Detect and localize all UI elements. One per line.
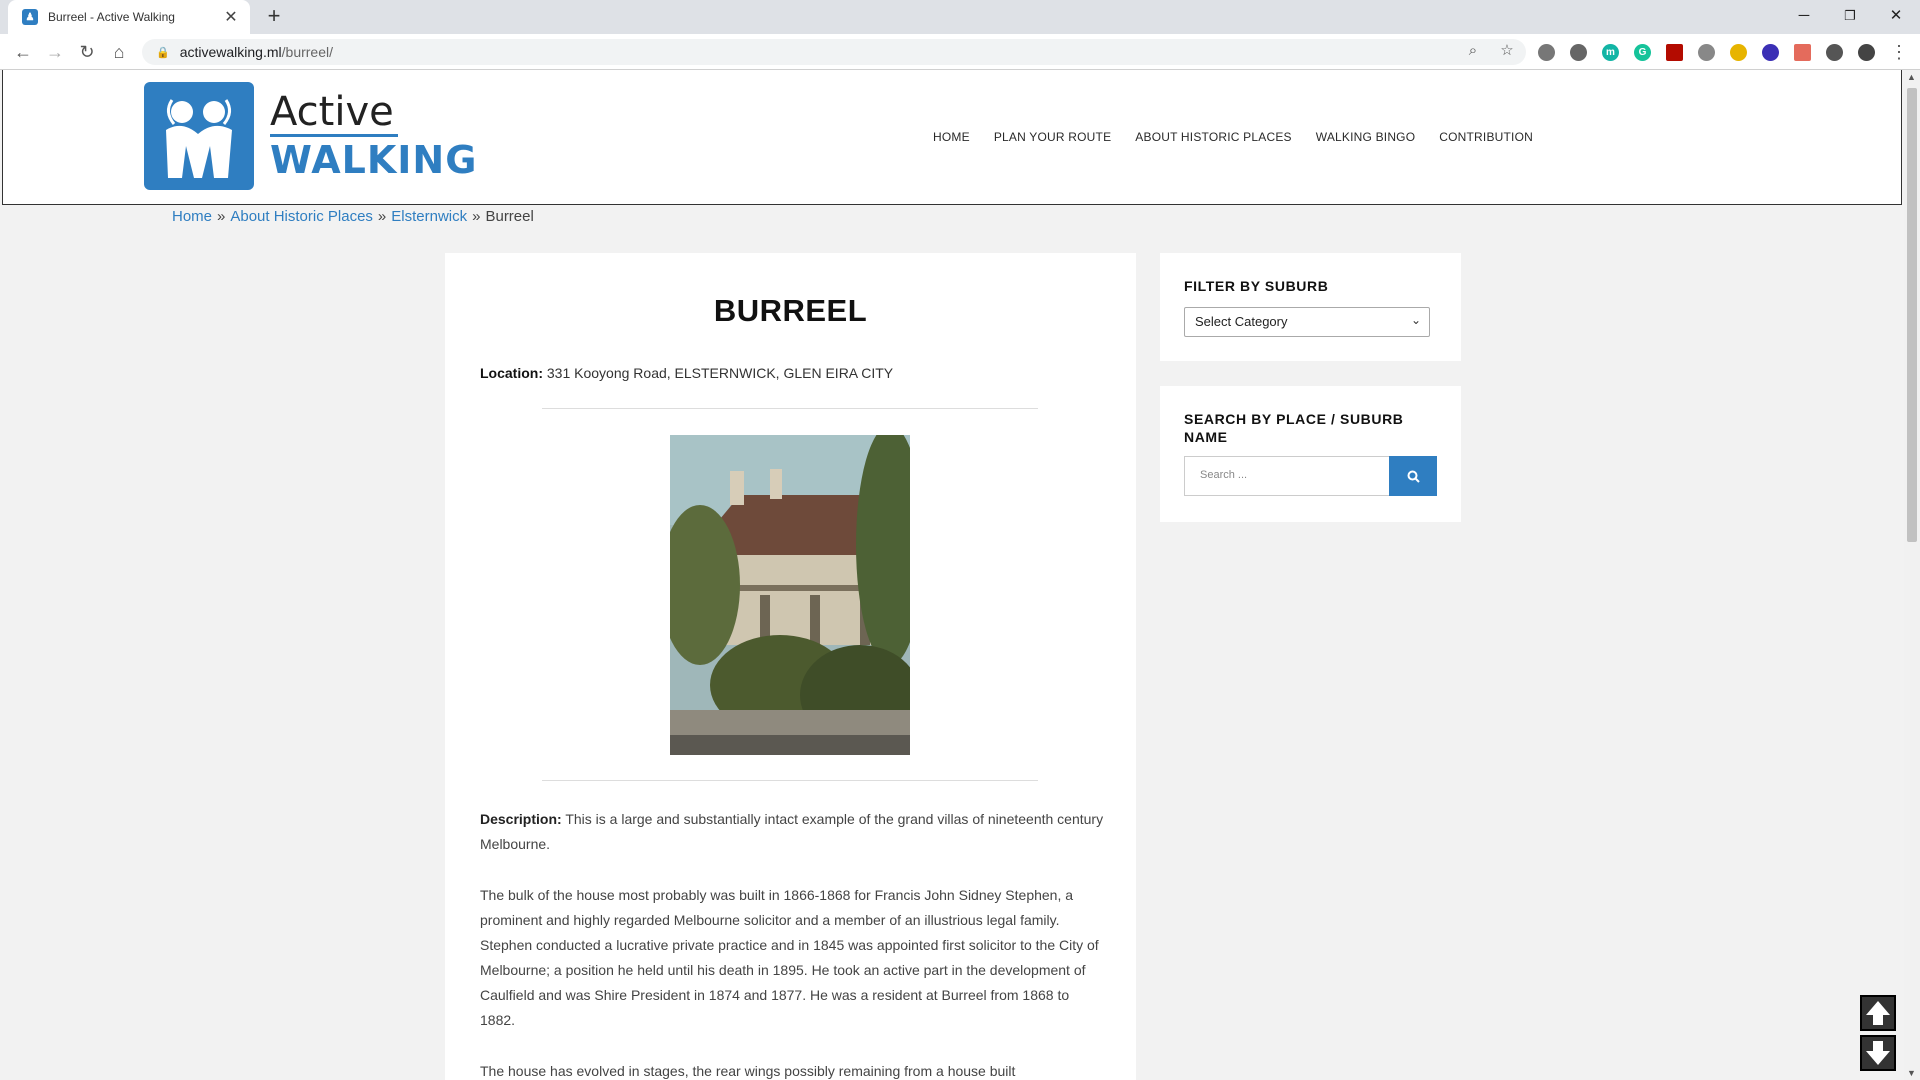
- scroll-down-arrow-icon[interactable]: ▼: [1907, 1068, 1916, 1078]
- divider: [542, 408, 1038, 409]
- breadcrumb-current: Burreel: [485, 208, 534, 225]
- active-tab[interactable]: ♟ Burreel - Active Walking ✕: [8, 0, 250, 34]
- site-logo[interactable]: Active WALKING: [144, 82, 477, 190]
- arrow-up-icon: [1866, 1001, 1890, 1025]
- breadcrumb-elsternwick[interactable]: Elsternwick: [391, 208, 467, 225]
- browser-menu-icon[interactable]: ⋮: [1886, 39, 1912, 65]
- logo-text-walking: WALKING: [270, 137, 478, 182]
- divider: [542, 780, 1038, 781]
- star-icon[interactable]: ☆: [1496, 40, 1518, 62]
- description-text: This is a large and substantially intact…: [480, 811, 1104, 852]
- minimize-button[interactable]: ─: [1786, 4, 1822, 28]
- house-photo[interactable]: [670, 435, 910, 755]
- breadcrumb: Home» About Historic Places» Elsternwick» B…: [172, 208, 534, 225]
- select-value: Select Category: [1195, 314, 1288, 329]
- reload-icon[interactable]: ↻: [74, 39, 100, 65]
- address-bar[interactable]: 🔒 activewalking.ml /burreel/: [142, 39, 1526, 65]
- evolution-paragraph: The house has evolved in stages, the rea…: [480, 1063, 1016, 1079]
- new-tab-button[interactable]: +: [262, 5, 286, 29]
- chevron-down-icon: ⌄: [1410, 313, 1421, 327]
- arrow-down-icon: [1866, 1041, 1890, 1065]
- post-card: BURREEL Location: 331 Kooyong Road, ELST…: [445, 253, 1136, 1080]
- history-paragraph: The bulk of the house most probably was …: [480, 887, 1099, 1028]
- search-icon: [1407, 470, 1420, 483]
- description-paragraph: Description: This is a large and substan…: [480, 807, 1105, 857]
- scroll-up-arrow-icon[interactable]: ▲: [1907, 72, 1916, 82]
- close-window-button[interactable]: ✕: [1878, 4, 1914, 28]
- post-location: Location: 331 Kooyong Road, ELSTERNWICK,…: [480, 365, 893, 381]
- profile-avatar-icon[interactable]: [1858, 44, 1875, 61]
- extension-shield-icon[interactable]: [1538, 44, 1555, 61]
- nav-home[interactable]: HOME: [933, 130, 970, 144]
- breadcrumb-separator: »: [217, 208, 226, 225]
- location-label: Location:: [480, 365, 543, 381]
- nav-plan-your-route[interactable]: PLAN YOUR ROUTE: [994, 130, 1111, 144]
- nav-walking-bingo[interactable]: WALKING BINGO: [1316, 130, 1416, 144]
- extension-m-icon[interactable]: m: [1602, 44, 1619, 61]
- location-value: 331 Kooyong Road, ELSTERNWICK, GLEN EIRA…: [546, 365, 894, 381]
- suburb-category-select[interactable]: Select Category ⌄: [1184, 307, 1430, 337]
- filter-widget: FILTER BY SUBURB Select Category ⌄: [1160, 253, 1461, 361]
- extension-chat-icon[interactable]: [1698, 44, 1715, 61]
- site-header: Active WALKING HOME PLAN YOUR ROUTE ABOU…: [2, 70, 1902, 205]
- nav-contribution[interactable]: CONTRIBUTION: [1439, 130, 1533, 144]
- extension-diamond-icon[interactable]: [1762, 44, 1779, 61]
- tab-strip: ♟ Burreel - Active Walking ✕ + ─ ❐ ✕: [0, 0, 1920, 34]
- search-button[interactable]: [1389, 456, 1437, 496]
- url-path: /burreel/: [281, 44, 333, 60]
- extension-bulb-icon[interactable]: [1570, 44, 1587, 61]
- forward-icon[interactable]: →: [42, 39, 68, 65]
- zoom-icon[interactable]: ⌕: [1462, 40, 1484, 62]
- search-widget-title: SEARCH BY PLACE / SUBURB NAME: [1184, 411, 1404, 445]
- extension-pen-icon[interactable]: [1730, 44, 1747, 61]
- back-icon[interactable]: ←: [10, 39, 36, 65]
- main-nav: HOME PLAN YOUR ROUTE ABOUT HISTORIC PLAC…: [933, 130, 1533, 144]
- breadcrumb-separator: »: [377, 208, 387, 225]
- extension-calendar-icon[interactable]: [1794, 44, 1811, 61]
- page-scrollbar[interactable]: ▲ ▼: [1904, 70, 1920, 1080]
- nav-about-historic-places[interactable]: ABOUT HISTORIC PLACES: [1135, 130, 1291, 144]
- filter-widget-title: FILTER BY SUBURB: [1184, 278, 1329, 294]
- lock-icon: 🔒: [156, 46, 170, 59]
- page-title: BURREEL: [713, 293, 868, 328]
- walkers-logo-icon: [144, 82, 254, 190]
- url-host: activewalking.ml: [179, 44, 282, 60]
- tab-close-icon[interactable]: ✕: [222, 7, 240, 27]
- extensions-puzzle-icon[interactable]: [1826, 44, 1843, 61]
- scroll-down-button[interactable]: [1860, 1035, 1896, 1071]
- logo-text-active: Active: [270, 90, 398, 137]
- search-input[interactable]: Search ...: [1184, 456, 1390, 496]
- tab-title: Burreel - Active Walking: [48, 10, 175, 24]
- site-favicon-icon: ♟: [22, 9, 38, 25]
- search-widget: SEARCH BY PLACE / SUBURB NAME Search ...: [1160, 386, 1461, 522]
- breadcrumb-separator: »: [472, 208, 481, 225]
- breadcrumb-about-historic-places[interactable]: About Historic Places: [230, 208, 373, 225]
- description-label: Description:: [480, 811, 562, 827]
- breadcrumb-home[interactable]: Home: [172, 208, 212, 225]
- restore-button[interactable]: ❐: [1832, 4, 1868, 28]
- extension-pdf-icon[interactable]: [1666, 44, 1683, 61]
- scroll-up-button[interactable]: [1860, 995, 1896, 1031]
- home-icon[interactable]: ⌂: [106, 39, 132, 65]
- scrollbar-thumb[interactable]: [1907, 88, 1917, 542]
- extension-grammarly-icon[interactable]: G: [1634, 44, 1651, 61]
- page-viewport: Active WALKING HOME PLAN YOUR ROUTE ABOU…: [0, 70, 1904, 1080]
- browser-toolbar: ← → ↻ ⌂ 🔒 activewalking.ml /burreel/ ⌕ ☆…: [0, 34, 1920, 70]
